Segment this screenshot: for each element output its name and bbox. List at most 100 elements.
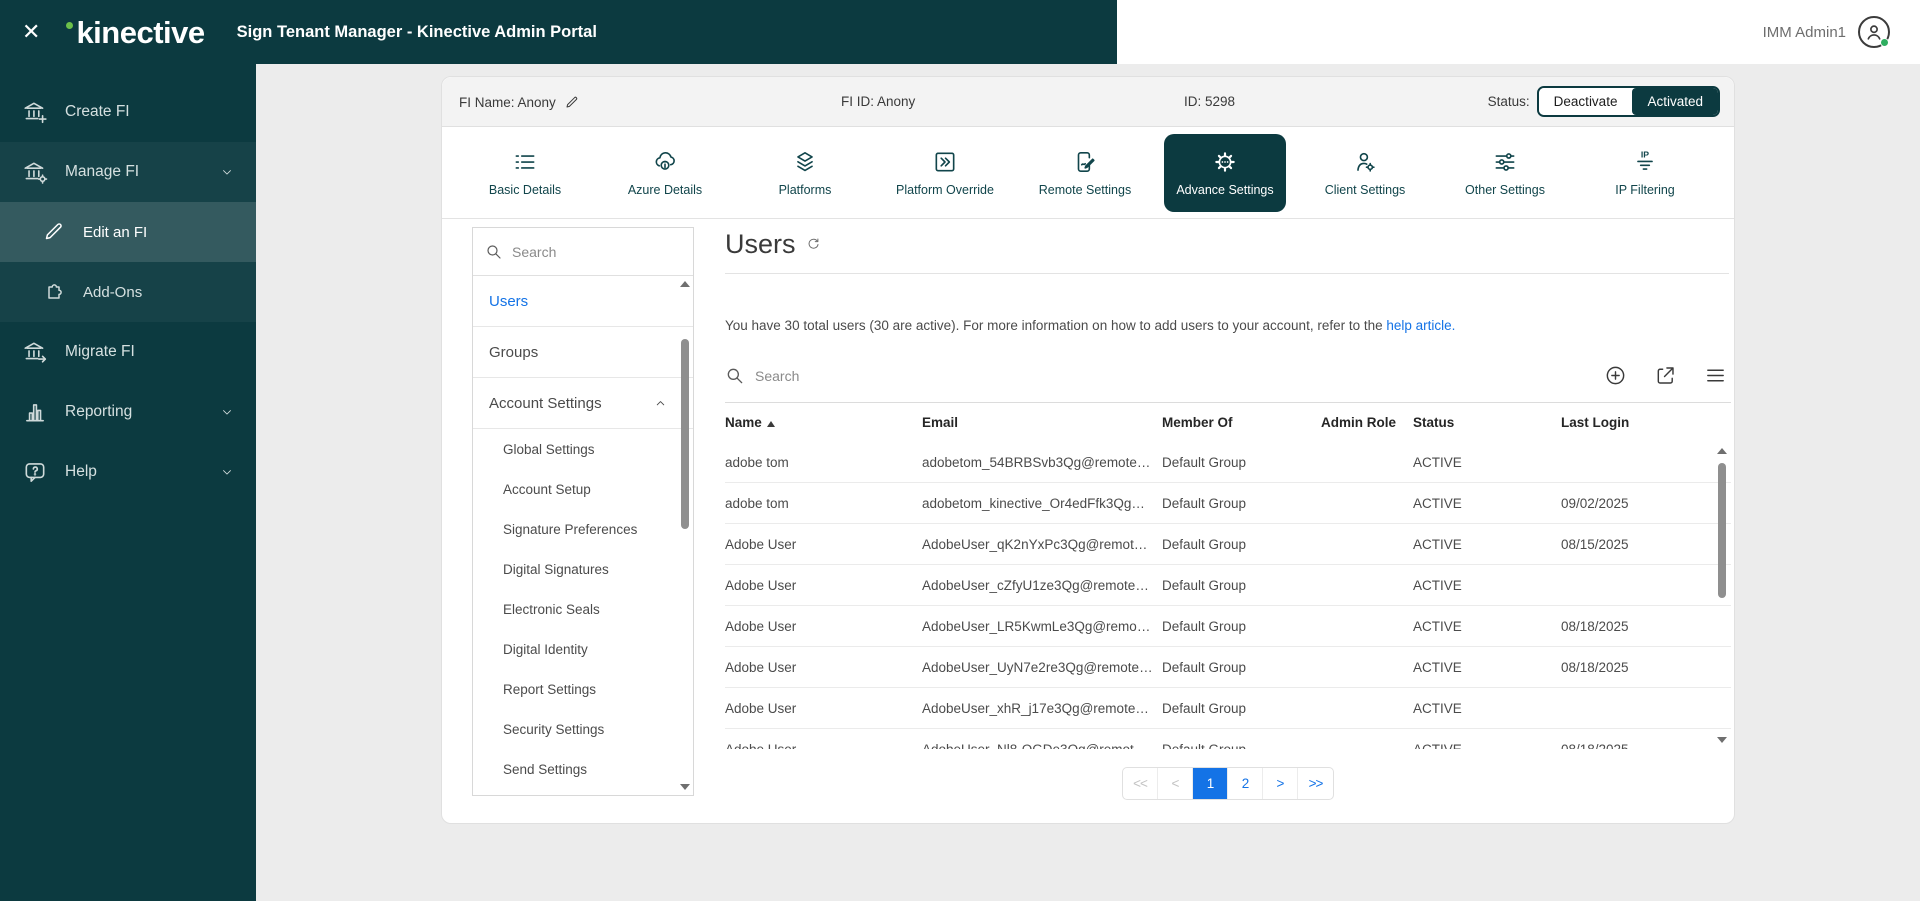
- settings-search-input[interactable]: [512, 244, 642, 260]
- subnav-digital-signatures[interactable]: Digital Signatures: [473, 549, 693, 589]
- subnav-account-setup[interactable]: Account Setup: [473, 469, 693, 509]
- subnav-security-settings[interactable]: Security Settings: [473, 709, 693, 749]
- device-signature-icon: [1072, 149, 1098, 175]
- scroll-thumb[interactable]: [1718, 463, 1726, 598]
- settings-nav-item-users[interactable]: Users: [473, 276, 693, 327]
- table-row[interactable]: Adobe User AdobeUser_qK2nYxPc3Qg@remotes…: [725, 524, 1731, 565]
- tab-label: IP Filtering: [1615, 183, 1675, 197]
- tab-label: Azure Details: [628, 183, 702, 197]
- subnav-send-settings[interactable]: Send Settings: [473, 749, 693, 789]
- fi-detail-card: FI Name: Anony FI ID: Anony ID: 5298 Sta…: [441, 76, 1735, 824]
- table-row[interactable]: Adobe User AdobeUser_UyN7e2re3Qg@remotes…: [725, 647, 1731, 688]
- header-dark-band: ✕ kinective Sign Tenant Manager - Kinect…: [0, 0, 1117, 64]
- subnav-global-settings[interactable]: Global Settings: [473, 429, 693, 469]
- settings-nav-panel: Users Groups Account Settings Global Set…: [472, 227, 694, 796]
- sidebar-item-add-ons[interactable]: Add-Ons: [0, 262, 256, 322]
- sidebar-close-icon[interactable]: ✕: [22, 21, 40, 43]
- column-header-member-of[interactable]: Member Of: [1162, 415, 1321, 430]
- page-prev-button[interactable]: <: [1158, 768, 1193, 799]
- page-next-button[interactable]: >: [1263, 768, 1298, 799]
- table-scrollbar[interactable]: [1715, 444, 1729, 747]
- users-info-text: You have 30 total users (30 are active).…: [725, 318, 1731, 333]
- tab-advance-settings[interactable]: Advance Settings: [1164, 134, 1286, 212]
- chevron-up-icon: [654, 397, 667, 410]
- refresh-icon[interactable]: [806, 237, 821, 252]
- scroll-down-arrow[interactable]: [1717, 737, 1727, 743]
- sidebar-item-edit-an-fi[interactable]: Edit an FI: [0, 202, 256, 262]
- settings-nav-item-groups[interactable]: Groups: [473, 327, 693, 378]
- table-row[interactable]: adobe tom adobetom_54BRBSvb3Qg@remotesig…: [725, 442, 1731, 483]
- help-article-link[interactable]: help article.: [1386, 318, 1455, 333]
- activated-button[interactable]: Activated: [1632, 88, 1718, 115]
- column-header-status[interactable]: Status: [1413, 415, 1561, 430]
- menu-icon[interactable]: [1704, 364, 1727, 387]
- column-header-name[interactable]: Name: [725, 415, 922, 430]
- subnav-label: Report Settings: [503, 682, 596, 697]
- logo-green-dot-icon: [66, 22, 73, 29]
- column-header-last-login[interactable]: Last Login: [1561, 415, 1731, 430]
- edit-fi-name-icon[interactable]: [564, 94, 580, 110]
- page-first-button[interactable]: <<: [1123, 768, 1158, 799]
- cell-name: Adobe User: [725, 619, 922, 634]
- cell-member-of: Default Group: [1162, 496, 1321, 511]
- tab-client-settings[interactable]: Client Settings: [1304, 134, 1426, 212]
- subnav-report-settings[interactable]: Report Settings: [473, 669, 693, 709]
- tab-platform-override[interactable]: Platform Override: [884, 134, 1006, 212]
- subnav-signature-preferences[interactable]: Signature Preferences: [473, 509, 693, 549]
- nav-item-label: Groups: [489, 344, 538, 361]
- settings-nav-scrollbar[interactable]: [678, 277, 692, 794]
- sidebar-item-create-fi[interactable]: Create FI: [0, 82, 256, 142]
- sidebar-item-help[interactable]: Help: [0, 442, 256, 502]
- users-table-body: adobe tom adobetom_54BRBSvb3Qg@remotesig…: [725, 442, 1731, 749]
- subnav-digital-identity[interactable]: Digital Identity: [473, 629, 693, 669]
- scroll-thumb[interactable]: [681, 339, 689, 529]
- page-1-button[interactable]: 1: [1193, 768, 1228, 799]
- table-row[interactable]: Adobe User AdobeUser_Nl8-OGDe3Qg@remotes…: [725, 729, 1731, 749]
- scroll-down-arrow[interactable]: [680, 784, 690, 790]
- person-gear-icon: [1352, 149, 1378, 175]
- column-header-admin-role[interactable]: Admin Role: [1321, 415, 1413, 430]
- table-row[interactable]: Adobe User AdobeUser_cZfyU1ze3Qg@remotes…: [725, 565, 1731, 606]
- cell-status: ACTIVE: [1413, 578, 1561, 593]
- cell-status: ACTIVE: [1413, 660, 1561, 675]
- deactivate-button[interactable]: Deactivate: [1539, 88, 1633, 115]
- gear-icon: [1212, 149, 1238, 175]
- export-icon[interactable]: [1654, 364, 1677, 387]
- tab-strip: Basic Details Azure Details Platforms Pl…: [442, 127, 1734, 219]
- page-last-button[interactable]: >>: [1298, 768, 1333, 799]
- add-user-icon[interactable]: [1604, 364, 1627, 387]
- sidebar-item-reporting[interactable]: Reporting: [0, 382, 256, 442]
- sidebar-item-label: Reporting: [65, 403, 132, 421]
- users-table: Name Email Member Of Admin Role Status L…: [725, 402, 1731, 749]
- tab-label: Remote Settings: [1039, 183, 1131, 197]
- svg-text:IP: IP: [1641, 149, 1649, 159]
- cell-name: Adobe User: [725, 537, 922, 552]
- scroll-up-arrow[interactable]: [1717, 448, 1727, 454]
- table-row[interactable]: adobe tom adobetom_kinective_Or4edFfk3Qg…: [725, 483, 1731, 524]
- tab-platforms[interactable]: Platforms: [744, 134, 866, 212]
- sidebar-item-label: Edit an FI: [83, 224, 147, 241]
- cell-last-login: 08/18/2025: [1561, 660, 1731, 675]
- settings-nav-item-account-settings[interactable]: Account Settings: [473, 378, 693, 429]
- tab-ip-filtering[interactable]: IP IP Filtering: [1584, 134, 1706, 212]
- scroll-up-arrow[interactable]: [680, 281, 690, 287]
- column-header-email[interactable]: Email: [922, 415, 1162, 430]
- tab-basic-details[interactable]: Basic Details: [464, 134, 586, 212]
- cell-member-of: Default Group: [1162, 742, 1321, 750]
- user-avatar[interactable]: [1858, 16, 1890, 48]
- fi-id-label: FI ID: Anony: [841, 94, 915, 109]
- page-2-button[interactable]: 2: [1228, 768, 1263, 799]
- table-row[interactable]: Adobe User AdobeUser_LR5KwmLe3Qg@remote.…: [725, 606, 1731, 647]
- cell-email: AdobeUser_cZfyU1ze3Qg@remotesig...: [922, 578, 1162, 593]
- list-icon: [512, 149, 538, 175]
- users-search-input[interactable]: [755, 368, 1075, 384]
- table-row[interactable]: Adobe User AdobeUser_xhR_j17e3Qg@remotes…: [725, 688, 1731, 729]
- tab-remote-settings[interactable]: Remote Settings: [1024, 134, 1146, 212]
- sidebar-item-migrate-fi[interactable]: Migrate FI: [0, 322, 256, 382]
- cell-name: adobe tom: [725, 496, 922, 511]
- tab-azure-details[interactable]: Azure Details: [604, 134, 726, 212]
- subnav-electronic-seals[interactable]: Electronic Seals: [473, 589, 693, 629]
- subnav-label: Signature Preferences: [503, 522, 637, 537]
- tab-other-settings[interactable]: Other Settings: [1444, 134, 1566, 212]
- sidebar-item-manage-fi[interactable]: Manage FI: [0, 142, 256, 202]
